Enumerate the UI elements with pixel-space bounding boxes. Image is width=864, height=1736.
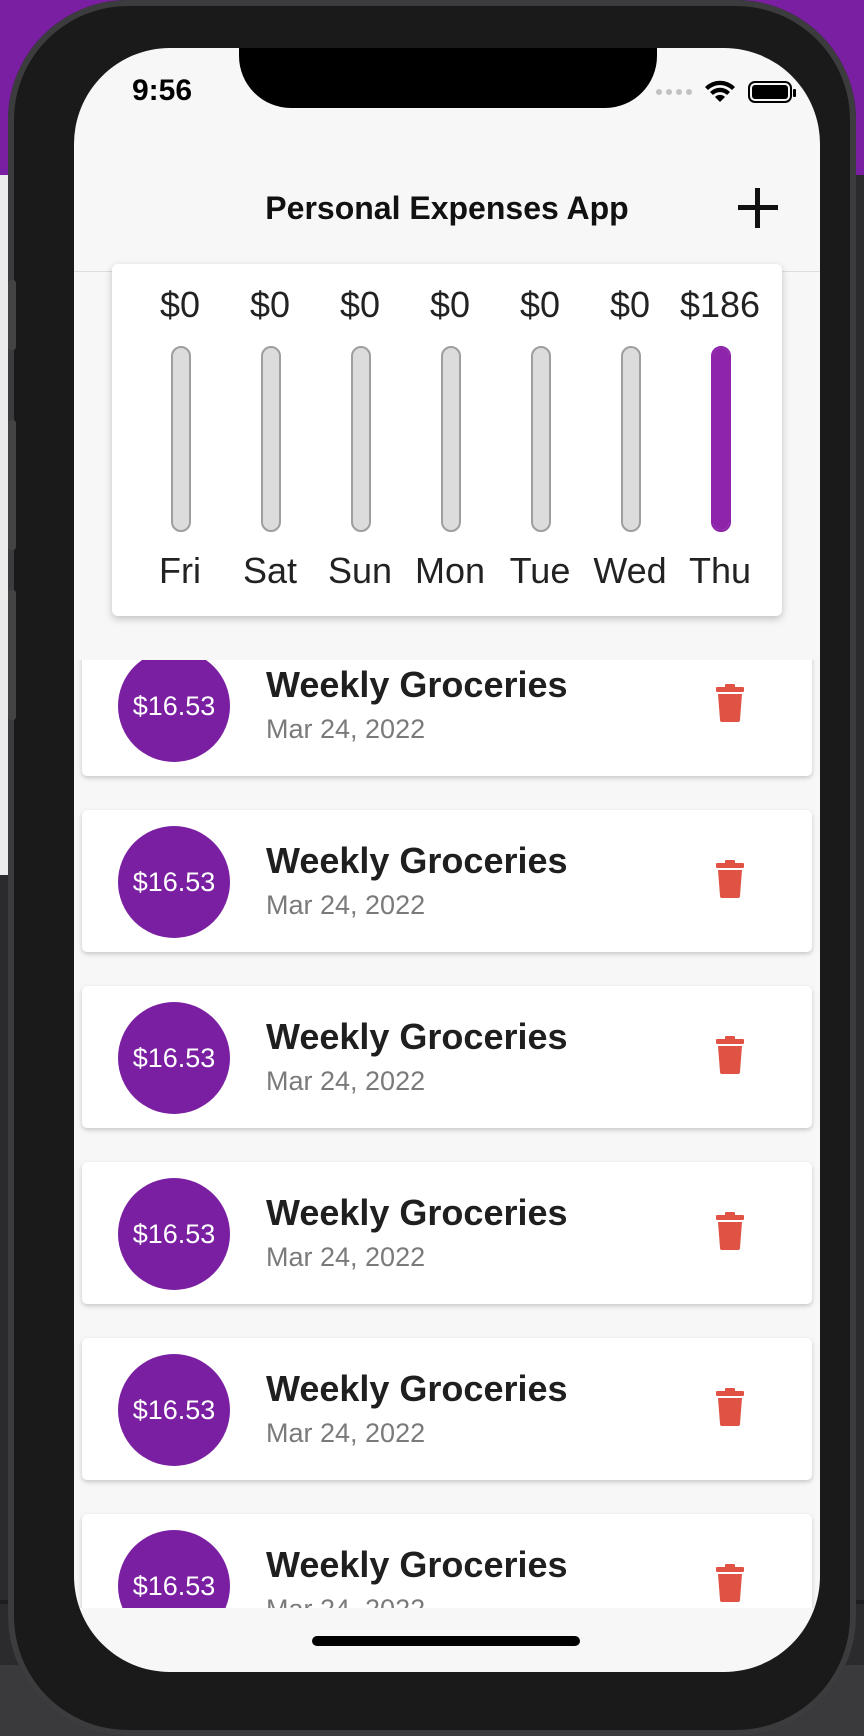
transaction-title: Weekly Groceries: [266, 1368, 568, 1409]
amount-avatar: $16.53: [118, 660, 230, 762]
transaction-date: Mar 24, 2022: [266, 1066, 426, 1096]
weekly-chart-card: $0 Fri $0 Sat $0 Sun $0 Mon $0 Tue $0 Wed $186 Thu: [112, 264, 782, 616]
chart-bar: [531, 346, 551, 532]
amount-avatar: $16.53: [118, 1530, 230, 1608]
amount-avatar: $16.53: [118, 826, 230, 938]
transaction-date: Mar 24, 2022: [266, 714, 426, 744]
amount-avatar: $16.53: [118, 1354, 230, 1466]
trash-icon[interactable]: [716, 860, 744, 898]
transaction-date: Mar 24, 2022: [266, 1594, 425, 1608]
trash-icon[interactable]: [716, 1564, 744, 1602]
phone-screen: 9:56 Personal Expenses App $0 Fri $0 Sat $0 S…: [74, 48, 820, 1672]
chart-column-thu: $186 Thu: [675, 264, 765, 616]
transaction-date: Mar 24, 2022: [266, 890, 426, 920]
transaction-item[interactable]: $16.53 Weekly Groceries Mar 24, 2022: [82, 1338, 812, 1480]
side-button: [8, 420, 16, 550]
chart-bar: [171, 346, 191, 532]
transaction-title: Weekly Groceries: [266, 1544, 568, 1585]
chart-bar: [261, 346, 281, 532]
side-button: [8, 590, 16, 720]
transaction-item[interactable]: $16.53 Weekly Groceries Mar 24, 2022: [82, 1514, 812, 1608]
home-indicator[interactable]: [312, 1636, 580, 1646]
transaction-title: Weekly Groceries: [266, 1192, 568, 1233]
chart-amount-label: $186: [679, 284, 761, 325]
chart-column-sat: $0 Sat: [225, 264, 315, 616]
app-bar: Personal Expenses App: [74, 144, 820, 272]
chart-bar: [351, 346, 371, 532]
phone-frame: 9:56 Personal Expenses App $0 Fri $0 Sat $0 S…: [8, 0, 856, 1736]
chart-column-sun: $0 Sun: [315, 264, 405, 616]
plus-icon[interactable]: [734, 184, 782, 232]
signal-icon: [656, 89, 692, 95]
chart-bar: [441, 346, 461, 532]
transaction-date: Mar 24, 2022: [266, 1418, 426, 1448]
chart-bar: [711, 346, 731, 532]
app-title: Personal Expenses App: [265, 190, 629, 226]
chart-column-wed: $0 Wed: [585, 264, 675, 616]
transaction-item[interactable]: $16.53 Weekly Groceries Mar 24, 2022: [82, 660, 812, 776]
wifi-icon: [705, 80, 735, 102]
chart-bar-fill: [713, 348, 729, 530]
transaction-item[interactable]: $16.53 Weekly Groceries Mar 24, 2022: [82, 986, 812, 1128]
transaction-title: Weekly Groceries: [266, 1016, 568, 1057]
chart-bar: [621, 346, 641, 532]
transaction-title: Weekly Groceries: [266, 664, 568, 705]
transaction-list[interactable]: $16.53 Weekly Groceries Mar 24, 2022 $16.53…: [74, 660, 820, 1608]
trash-icon[interactable]: [716, 1388, 744, 1426]
notch: [239, 48, 657, 108]
amount-avatar: $16.53: [118, 1178, 230, 1290]
transaction-item[interactable]: $16.53 Weekly Groceries Mar 24, 2022: [82, 810, 812, 952]
chart-column-mon: $0 Mon: [405, 264, 495, 616]
status-time: 9:56: [132, 74, 193, 107]
transaction-item[interactable]: $16.53 Weekly Groceries Mar 24, 2022: [82, 1162, 812, 1304]
trash-icon[interactable]: [716, 1036, 744, 1074]
battery-icon: [748, 81, 796, 103]
transaction-title: Weekly Groceries: [266, 840, 568, 881]
transaction-date: Mar 24, 2022: [266, 1242, 426, 1272]
trash-icon[interactable]: [716, 684, 744, 722]
amount-avatar: $16.53: [118, 1002, 230, 1114]
chart-column-fri: $0 Fri: [135, 264, 225, 616]
chart-column-tue: $0 Tue: [495, 264, 585, 616]
trash-icon[interactable]: [716, 1212, 744, 1250]
side-button: [8, 280, 16, 350]
chart-day-label: Thu: [688, 550, 752, 591]
status-icons: [656, 80, 796, 104]
